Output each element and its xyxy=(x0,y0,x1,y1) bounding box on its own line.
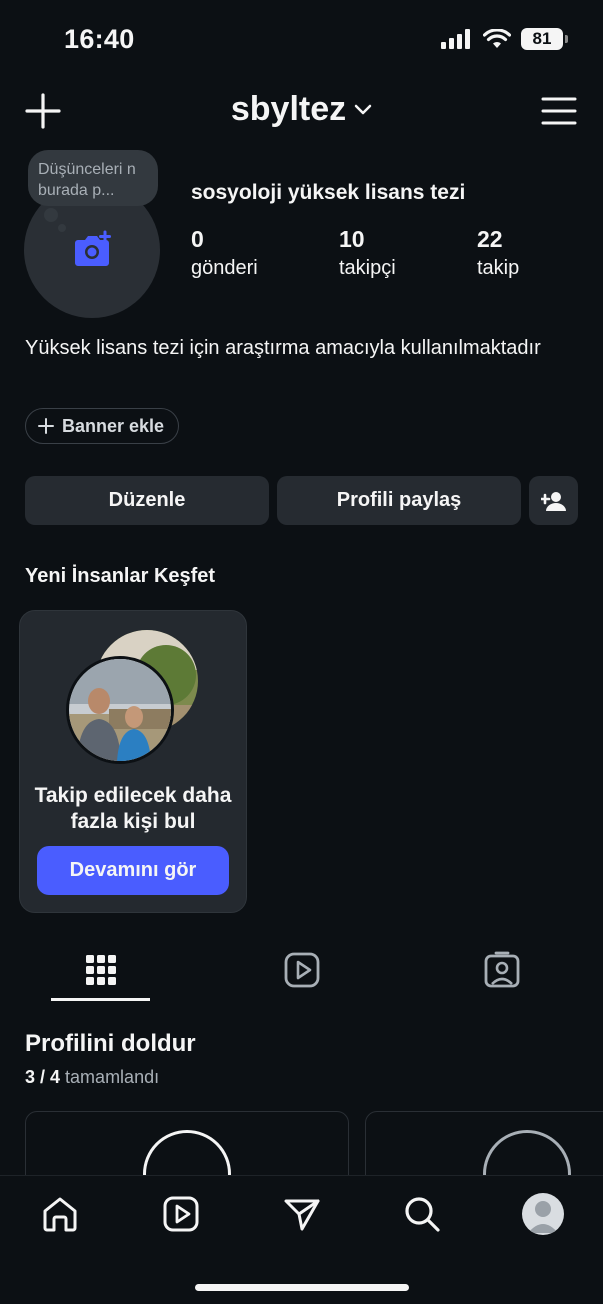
wifi-icon xyxy=(483,29,511,48)
stat-posts-count: 0 xyxy=(191,226,204,252)
chevron-down-icon xyxy=(354,104,372,114)
stat-following-label: takip xyxy=(477,257,520,279)
stat-followers-count: 10 xyxy=(339,226,365,252)
add-banner-button[interactable]: Banner ekle xyxy=(25,408,180,444)
home-indicator xyxy=(195,1284,409,1291)
menu-icon[interactable] xyxy=(541,96,577,126)
complete-profile-title: Profilini doldur xyxy=(25,1030,196,1057)
stat-posts[interactable]: 0 gönderi xyxy=(191,226,258,280)
note-bubble-tail xyxy=(44,208,58,222)
stat-followers[interactable]: 10 takipçi xyxy=(339,226,396,280)
note-bubble[interactable]: Düşünceleri n burada p... xyxy=(28,150,158,206)
stat-posts-label: gönderi xyxy=(191,257,258,279)
suggested-photo-front xyxy=(66,656,174,764)
add-person-icon xyxy=(540,491,566,511)
note-bubble-tail-small xyxy=(58,224,66,232)
stat-following[interactable]: 22 takip xyxy=(477,226,519,280)
complete-profile-progress: 3 / 4 tamamlandı xyxy=(25,1067,159,1088)
edit-profile-label: Düzenle xyxy=(108,489,186,511)
display-name: sosyoloji yüksek lisans tezi xyxy=(191,181,466,204)
battery-level: 81 xyxy=(532,29,552,48)
see-more-button[interactable]: Devamını gör xyxy=(37,846,229,895)
progress-count: 3 / 4 xyxy=(25,1067,61,1087)
add-photo-camera-icon[interactable] xyxy=(72,230,112,268)
profile-bio: Yüksek lisans tezi için araştırma amacıy… xyxy=(25,337,541,359)
active-tab-indicator xyxy=(51,998,150,1001)
add-banner-label: Banner ekle xyxy=(62,415,165,436)
signal-icon xyxy=(441,29,470,49)
username: sbyltez xyxy=(230,90,347,128)
reels-icon[interactable] xyxy=(282,950,322,990)
profile-avatar[interactable] xyxy=(522,1193,564,1235)
edit-profile-button[interactable]: Düzenle xyxy=(25,476,269,525)
share-profile-label: Profili paylaş xyxy=(336,489,462,511)
discover-card-text: Takip edilecek daha fazla kişi bul xyxy=(34,784,232,833)
direct-message-icon[interactable] xyxy=(282,1194,322,1234)
progress-suffix: tamamlandı xyxy=(65,1067,160,1087)
stat-following-count: 22 xyxy=(477,226,503,252)
reels-icon[interactable] xyxy=(161,1194,201,1234)
tagged-icon[interactable] xyxy=(482,950,522,990)
grid-icon[interactable] xyxy=(81,950,121,990)
see-more-label: Devamını gör xyxy=(69,859,197,881)
discover-title: Yeni İnsanlar Keşfet xyxy=(25,565,216,587)
discover-people-button[interactable] xyxy=(529,476,578,525)
battery-indicator: 81 xyxy=(521,28,568,50)
status-time: 16:40 xyxy=(64,24,135,54)
status-icons: 81 xyxy=(441,28,568,50)
search-icon[interactable] xyxy=(402,1194,442,1234)
share-profile-button[interactable]: Profili paylaş xyxy=(277,476,521,525)
plus-icon xyxy=(38,418,54,434)
home-icon[interactable] xyxy=(40,1194,80,1234)
stat-followers-label: takipçi xyxy=(339,257,396,279)
username-switcher[interactable]: sbyltez xyxy=(0,90,603,129)
